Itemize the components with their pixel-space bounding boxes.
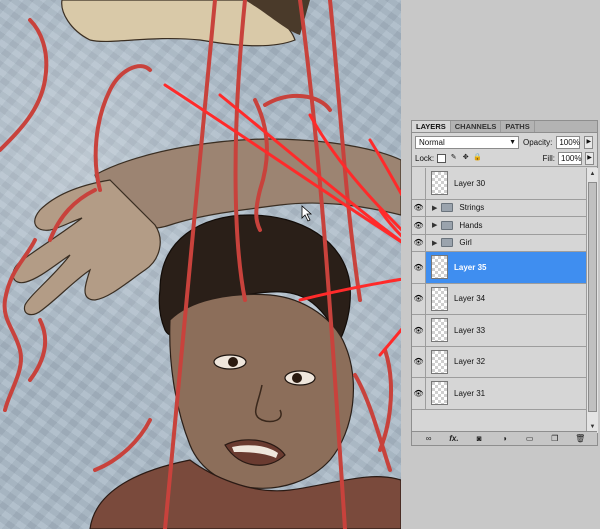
eye-icon[interactable]: 👁 — [412, 378, 426, 409]
lock-all-icon[interactable]: 🔒 — [473, 154, 482, 163]
layer-name: Layer 34 — [454, 294, 486, 304]
disclosure-triangle-icon[interactable]: ▶ — [432, 221, 437, 229]
visibility-toggle-off[interactable] — [412, 168, 426, 199]
fill-slider-arrow-icon[interactable]: ▶ — [585, 152, 594, 165]
layer-thumbnail — [431, 286, 448, 311]
panel-bottom-toolbar: ∞ fx. ◙ ◑ ▭ ❐ 🗑 — [412, 431, 597, 445]
opacity-slider-arrow-icon[interactable]: ▶ — [584, 135, 594, 149]
blend-mode-value: Normal — [419, 137, 445, 147]
layer-list: Layer 30 👁 ▶ Strings 👁 ▶ Hands 👁 ▶ Girl … — [412, 168, 586, 433]
layer-thumbnail — [431, 171, 448, 196]
layer-group-strings[interactable]: 👁 ▶ Strings — [412, 199, 586, 217]
layer-thumbnail — [431, 381, 448, 406]
eye-icon[interactable]: 👁 — [412, 217, 426, 234]
group-name: Strings — [459, 203, 485, 213]
folder-icon — [441, 220, 454, 230]
mouse-cursor-icon — [301, 205, 313, 222]
layer-row-layer-33[interactable]: 👁 Layer 33 — [412, 315, 586, 347]
blend-row: Normal ▼ Opacity: 100% ▶ — [412, 133, 597, 151]
artwork-illustration — [0, 0, 401, 529]
layer-group-hands[interactable]: 👁 ▶ Hands — [412, 217, 586, 235]
folder-icon[interactable]: ▭ — [525, 434, 535, 443]
scrollbar-thumb[interactable] — [588, 182, 597, 412]
layer-name: Layer 31 — [454, 388, 486, 398]
eye-icon[interactable]: 👁 — [412, 315, 426, 346]
layer-name: Layer 32 — [454, 357, 486, 367]
fx-icon[interactable]: fx. — [449, 434, 459, 443]
disclosure-triangle-icon[interactable]: ▶ — [432, 239, 437, 247]
lock-image-pixels-icon[interactable]: ✎ — [449, 154, 458, 163]
layer-thumbnail — [431, 318, 448, 343]
layer-name: Layer 35 — [454, 262, 487, 272]
scroll-up-icon[interactable]: ▲ — [588, 169, 597, 179]
opacity-input[interactable]: 100% — [556, 135, 581, 149]
layer-row-layer-30[interactable]: Layer 30 — [412, 168, 586, 200]
adjustment-icon[interactable]: ◑ — [499, 434, 509, 443]
lock-transparent-pixels-icon[interactable] — [437, 154, 447, 163]
folder-icon — [441, 203, 454, 213]
group-name: Hands — [459, 220, 483, 230]
lock-row: Lock: ✎ ✥ 🔒 Fill: 100% ▶ — [412, 151, 597, 167]
panel-tabs: LAYERS CHANNELS PATHS — [412, 121, 597, 133]
layer-thumbnail — [431, 349, 448, 374]
mask-icon[interactable]: ◙ — [474, 434, 484, 443]
eye-icon[interactable]: 👁 — [412, 346, 426, 377]
fill-label: Fill: — [542, 154, 555, 163]
tab-layers[interactable]: LAYERS — [412, 121, 451, 132]
new-layer-icon[interactable]: ❐ — [550, 434, 560, 443]
layer-thumbnail — [431, 255, 448, 280]
layer-row-layer-34[interactable]: 👁 Layer 34 — [412, 283, 586, 315]
layer-name: Layer 30 — [454, 178, 486, 188]
layer-row-layer-32[interactable]: 👁 Layer 32 — [412, 346, 586, 378]
layer-row-layer-35[interactable]: 👁 Layer 35 — [412, 252, 586, 284]
opacity-label: Opacity: — [523, 137, 553, 147]
chevron-down-icon: ▼ — [509, 138, 516, 146]
trash-icon[interactable]: 🗑 — [575, 434, 585, 443]
layer-name: Layer 33 — [454, 325, 486, 335]
eye-icon[interactable]: 👁 — [412, 234, 426, 251]
layer-row-layer-31[interactable]: 👁 Layer 31 — [412, 378, 586, 410]
eye-icon[interactable]: 👁 — [412, 199, 426, 216]
document-canvas[interactable] — [0, 0, 401, 529]
layer-list-scrollbar[interactable]: ▲ ▼ — [586, 168, 598, 433]
lock-position-icon[interactable]: ✥ — [461, 154, 470, 163]
layer-group-girl[interactable]: 👁 ▶ Girl — [412, 234, 586, 252]
fill-input[interactable]: 100% — [558, 152, 582, 165]
tab-paths[interactable]: PATHS — [501, 121, 535, 132]
disclosure-triangle-icon[interactable]: ▶ — [432, 204, 437, 212]
layers-panel: LAYERS CHANNELS PATHS Normal ▼ Opacity: … — [411, 120, 598, 446]
eye-icon[interactable]: 👁 — [412, 283, 426, 314]
blend-mode-select[interactable]: Normal ▼ — [415, 135, 519, 149]
tab-channels[interactable]: CHANNELS — [451, 121, 502, 132]
folder-icon — [441, 238, 454, 248]
eye-icon[interactable]: 👁 — [412, 252, 426, 283]
group-name: Girl — [459, 238, 472, 248]
link-icon[interactable]: ∞ — [424, 434, 434, 443]
lock-label: Lock: — [415, 154, 435, 163]
